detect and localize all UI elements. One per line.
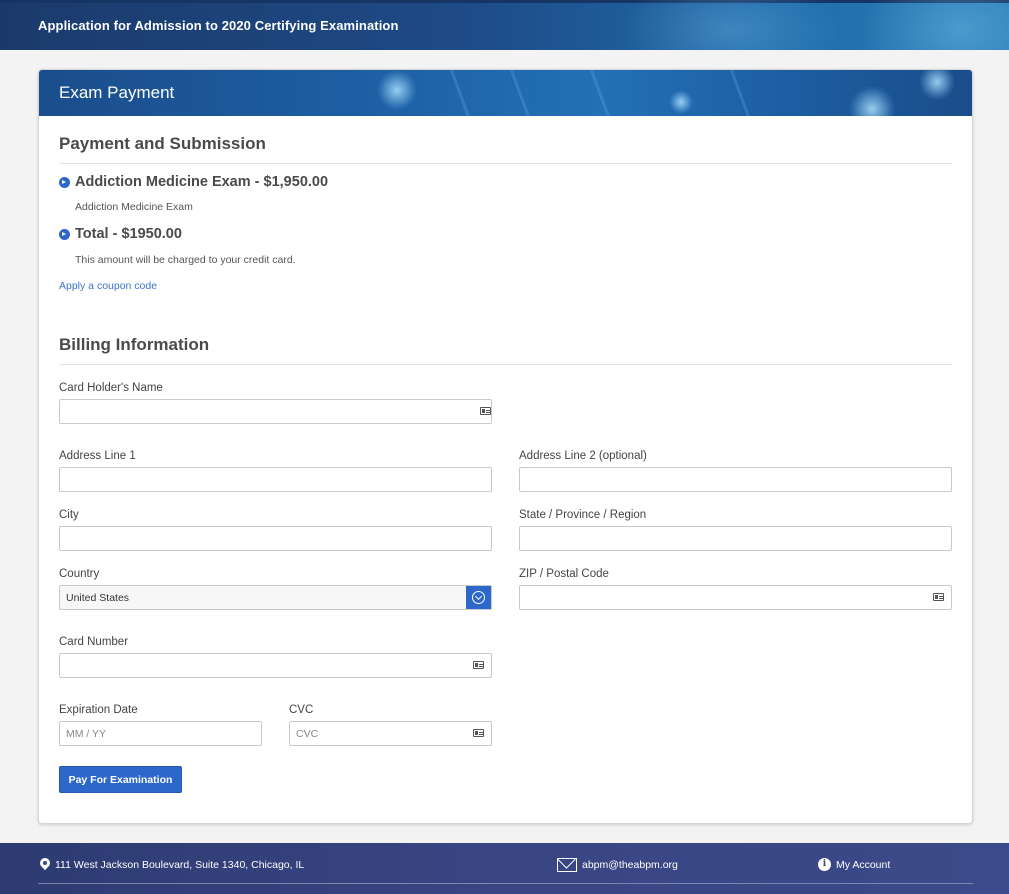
exam-fee-title: Addiction Medicine Exam - $1,950.00	[75, 174, 329, 190]
expiration-input[interactable]	[59, 721, 262, 746]
header-decoration	[860, 0, 1009, 50]
header-decoration	[377, 70, 417, 110]
chevron-right-circle-icon	[59, 229, 70, 240]
cvc-input[interactable]	[289, 721, 492, 746]
divider	[59, 364, 952, 365]
header-decoration	[443, 70, 478, 116]
envelope-icon	[557, 858, 577, 872]
city-label: City	[59, 509, 79, 521]
header-decoration	[723, 70, 758, 116]
id-card-icon	[480, 407, 491, 415]
country-dropdown-button[interactable]	[466, 586, 491, 609]
footer-account[interactable]: i My Account	[818, 858, 890, 871]
footer-address: 111 West Jackson Boulevard, Suite 1340, …	[40, 858, 304, 872]
footer-divider	[38, 883, 973, 884]
chevron-right-circle-icon	[59, 177, 70, 188]
exam-payment-card: Exam Payment Payment and Submission Addi…	[38, 69, 973, 824]
address-line2-input[interactable]	[519, 467, 952, 492]
card-holder-input[interactable]	[59, 399, 492, 424]
header-decoration	[583, 70, 618, 116]
card-title: Exam Payment	[59, 83, 175, 102]
email-link[interactable]: abpm@theabpm.org	[582, 859, 678, 871]
my-account-link[interactable]: My Account	[836, 859, 890, 871]
country-label: Country	[59, 568, 100, 580]
zip-input[interactable]	[519, 585, 952, 610]
zip-label: ZIP / Postal Code	[519, 568, 609, 580]
header-decoration	[919, 70, 955, 100]
footer-email[interactable]: abpm@theabpm.org	[557, 858, 678, 872]
expiration-label: Expiration Date	[59, 704, 138, 716]
city-input[interactable]	[59, 526, 492, 551]
address-line1-input[interactable]	[59, 467, 492, 492]
card-number-input[interactable]	[59, 653, 492, 678]
state-label: State / Province / Region	[519, 509, 647, 521]
card-header: Exam Payment	[39, 70, 972, 116]
exam-fee-description: Addiction Medicine Exam	[75, 201, 193, 213]
application-title: Application for Admission to 2020 Certif…	[38, 18, 399, 33]
address-text: 111 West Jackson Boulevard, Suite 1340, …	[55, 859, 305, 871]
address-line1-label: Address Line 1	[59, 450, 136, 462]
id-card-icon	[933, 593, 944, 601]
footer: 111 West Jackson Boulevard, Suite 1340, …	[0, 843, 1009, 894]
chevron-down-circle-icon	[472, 591, 485, 604]
pay-for-examination-button[interactable]: Pay For Examination	[59, 766, 182, 793]
id-card-icon	[473, 661, 484, 669]
cvc-label: CVC	[289, 704, 314, 716]
country-select[interactable]: United States	[59, 585, 492, 610]
header-decoration	[669, 90, 693, 114]
payment-section-title: Payment and Submission	[59, 134, 266, 153]
address-line2-label: Address Line 2 (optional)	[519, 450, 647, 462]
id-card-icon	[473, 729, 484, 737]
info-icon: i	[818, 858, 831, 871]
country-selected-value: United States	[66, 592, 130, 604]
billing-section-title: Billing Information	[59, 335, 210, 354]
header-decoration	[849, 86, 895, 116]
total-title: Total - $1950.00	[75, 226, 182, 242]
card-number-label: Card Number	[59, 636, 129, 648]
header-decoration	[620, 0, 840, 50]
apply-coupon-link[interactable]: Apply a coupon code	[59, 280, 157, 292]
top-header-bar: Application for Admission to 2020 Certif…	[0, 0, 1009, 50]
header-decoration	[503, 70, 538, 116]
total-description: This amount will be charged to your cred…	[75, 254, 296, 266]
card-holder-label: Card Holder's Name	[59, 382, 163, 394]
divider	[59, 163, 952, 164]
map-pin-icon	[40, 858, 50, 872]
state-input[interactable]	[519, 526, 952, 551]
